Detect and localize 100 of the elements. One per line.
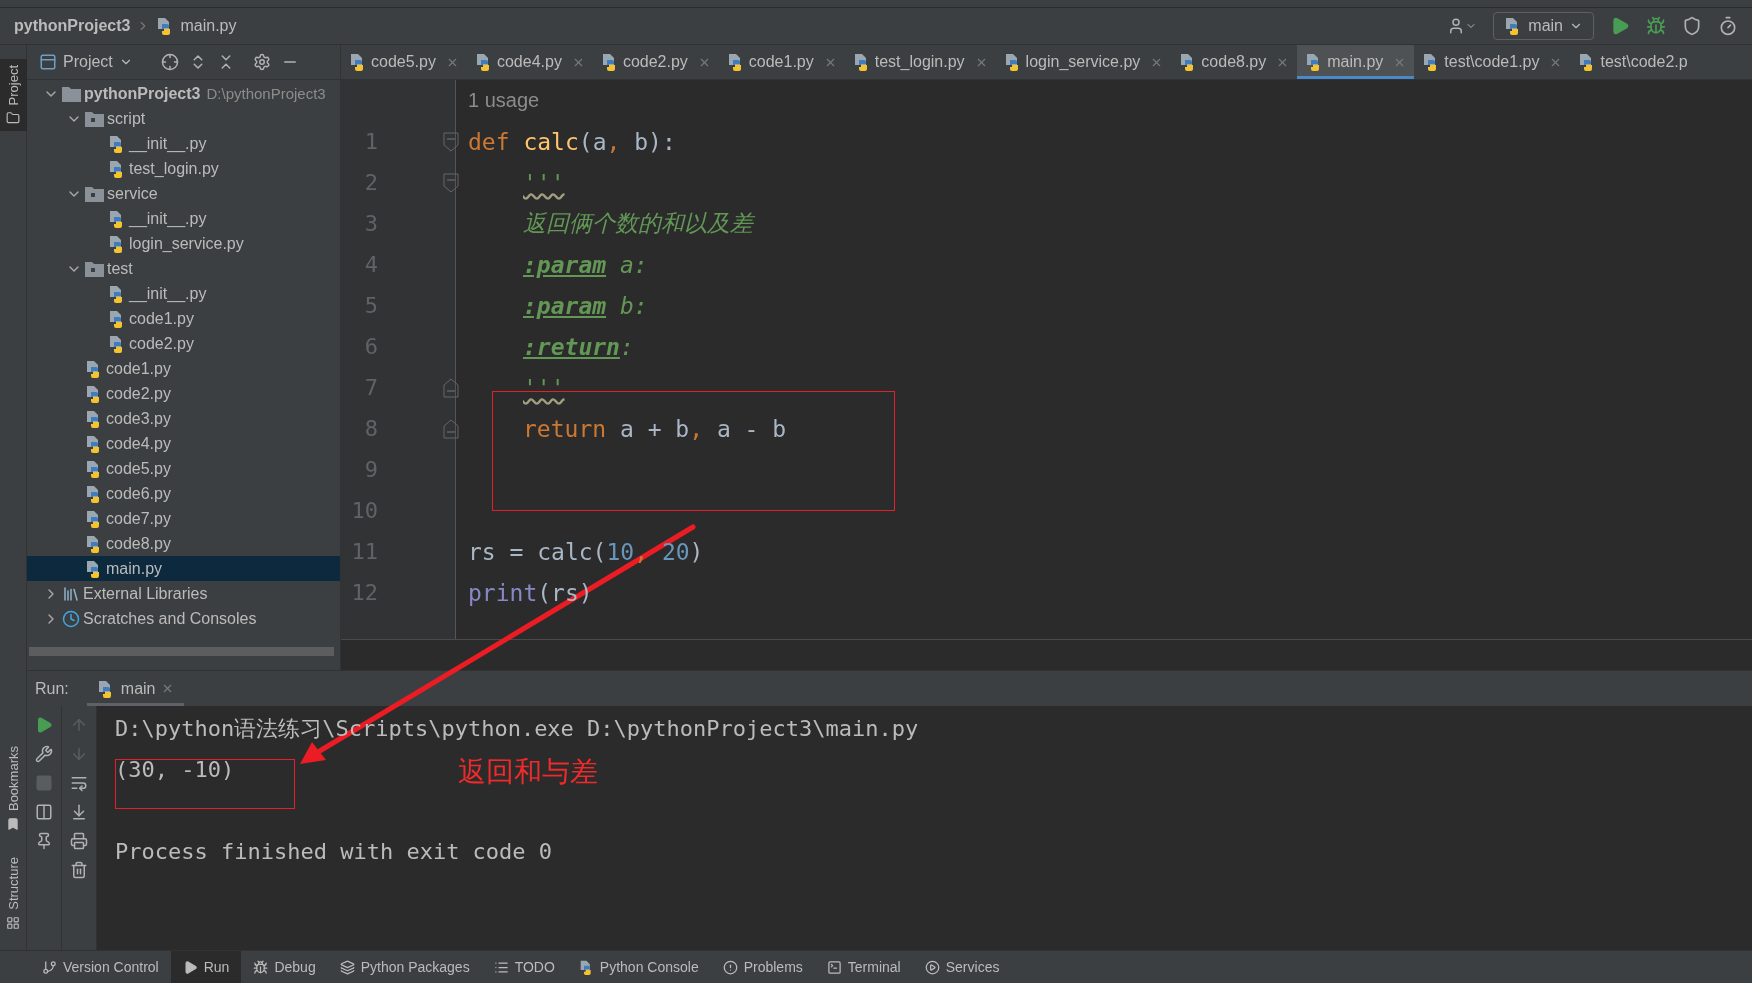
tool-window-tab[interactable]: Problems — [710, 951, 815, 983]
editor-tab[interactable]: test_login.py — [844, 45, 996, 79]
soft-wrap-icon[interactable] — [70, 774, 88, 792]
tool-window-tab[interactable]: Python Packages — [327, 951, 482, 983]
project-view-dropdown[interactable]: Project — [39, 53, 133, 71]
tool-window-tab[interactable]: Python Console — [566, 951, 711, 983]
editor-tab[interactable]: main.py — [1297, 45, 1415, 79]
editor-tab[interactable]: login_service.py — [995, 45, 1172, 79]
locate-icon[interactable] — [160, 53, 179, 71]
tab-label: code2.py — [622, 53, 688, 71]
tree-item[interactable]: code8.py — [27, 531, 340, 556]
tab-label: test\code1.py — [1444, 53, 1540, 71]
tree-item[interactable]: pythonProject3 D:\pythonProject3 — [27, 81, 340, 106]
tree-item[interactable]: service — [27, 181, 340, 206]
tree-item[interactable]: code5.py — [27, 456, 340, 481]
tree-item[interactable]: __init__.py — [27, 131, 340, 156]
code-line: return a + b, a - b — [522, 415, 787, 442]
horizontal-scrollbar[interactable] — [29, 647, 334, 656]
editor-tab[interactable]: test\code1.py — [1414, 45, 1571, 79]
fold-marker-icon[interactable] — [443, 172, 459, 193]
run-icon[interactable] — [1610, 16, 1630, 36]
tree-item-label: __init__.py — [129, 209, 207, 228]
editor-tab[interactable]: code4.py — [466, 45, 593, 79]
code-line: def calc(a, b): — [468, 128, 676, 155]
tab-label: test_login.py — [874, 53, 965, 71]
tree-item-label: Scratches and Consoles — [83, 609, 257, 628]
tool-window-tab[interactable]: Services — [912, 951, 1012, 983]
fold-marker-icon[interactable] — [443, 377, 459, 398]
tree-item-label: test — [107, 259, 133, 278]
console-tab[interactable]: main — [86, 671, 185, 706]
tree-item-label: code2.py — [129, 334, 194, 353]
tree-item[interactable]: test — [27, 256, 340, 281]
tab-label: code5.py — [371, 53, 436, 71]
tool-window-tab[interactable]: Debug — [241, 951, 328, 983]
tree-item[interactable]: code3.py — [27, 406, 340, 431]
settings-icon[interactable] — [252, 53, 271, 71]
tab-label: main.py — [1327, 53, 1384, 71]
terminal-icon — [826, 959, 842, 975]
tree-item[interactable]: Scratches and Consoles — [27, 606, 340, 631]
code-line: ''' — [522, 374, 565, 401]
usage-hint[interactable]: 1 usage — [468, 80, 1752, 121]
code-line: 返回俩个数的和以及差 — [522, 209, 753, 238]
print-icon[interactable] — [70, 832, 88, 850]
layers-icon — [339, 959, 355, 975]
tree-item[interactable]: code4.py — [27, 431, 340, 456]
run-config-dropdown[interactable]: main — [1493, 12, 1594, 40]
tool-window-tab[interactable]: TODO — [481, 951, 567, 983]
tree-item-label: test_login.py — [129, 159, 219, 178]
breadcrumb-item[interactable]: pythonProject3 — [14, 17, 131, 35]
bug-icon[interactable] — [1646, 16, 1666, 36]
layout-icon[interactable] — [35, 803, 53, 821]
tree-item[interactable]: __init__.py — [27, 206, 340, 231]
tree-item-label: main.py — [106, 559, 163, 578]
editor-tab[interactable]: code8.py — [1171, 45, 1298, 79]
trash-icon[interactable] — [70, 861, 88, 879]
coverage-icon[interactable] — [1682, 16, 1702, 36]
alert-icon — [722, 959, 738, 975]
tree-item[interactable]: login_service.py — [27, 231, 340, 256]
tool-window-tab[interactable]: Terminal — [814, 951, 913, 983]
tree-item[interactable]: script — [27, 106, 340, 131]
code-line: :param a: — [522, 251, 648, 278]
tool-window-button[interactable]: Bookmarks — [0, 740, 27, 838]
list-icon — [493, 959, 509, 975]
branch-icon — [42, 959, 57, 975]
tool-window-tab[interactable]: Run — [170, 951, 242, 983]
code-line: :param b: — [522, 292, 648, 319]
scroll-to-end-icon[interactable] — [70, 803, 88, 821]
tree-item[interactable]: code2.py — [27, 331, 340, 356]
tree-item[interactable]: External Libraries — [27, 581, 340, 606]
tree-item-label: code1.py — [106, 359, 171, 378]
tree-item[interactable]: code1.py — [27, 356, 340, 381]
profile-icon[interactable] — [1718, 16, 1738, 36]
editor-tab[interactable]: test\code2.p — [1570, 45, 1696, 79]
breadcrumb-item[interactable]: main.py — [180, 17, 237, 35]
tab-label: test\code2.p — [1600, 53, 1688, 71]
code-line: ''' — [522, 169, 565, 196]
tree-item-label: code6.py — [106, 484, 171, 503]
tool-window-button[interactable]: Project — [0, 59, 27, 132]
console-output: (30, -10) — [115, 757, 235, 782]
tree-item[interactable]: code1.py — [27, 306, 340, 331]
fold-marker-icon[interactable] — [443, 418, 459, 439]
tree-item[interactable]: main.py — [27, 556, 340, 581]
tree-item-label: code8.py — [106, 534, 171, 553]
folder-icon — [85, 260, 104, 277]
editor-tab[interactable]: code5.py — [341, 45, 467, 79]
folder-icon — [85, 110, 104, 127]
tool-window-button[interactable]: Structure — [0, 851, 27, 936]
rerun-icon[interactable] — [35, 716, 53, 734]
tree-item[interactable]: test_login.py — [27, 156, 340, 181]
tool-window-tab[interactable]: Version Control — [30, 951, 171, 983]
fold-marker-icon[interactable] — [443, 131, 459, 152]
pin-icon[interactable] — [35, 832, 53, 850]
editor-tab[interactable]: code2.py — [592, 45, 719, 79]
tree-item[interactable]: code2.py — [27, 381, 340, 406]
tree-item[interactable]: code7.py — [27, 506, 340, 531]
editor-tab[interactable]: code1.py — [718, 45, 845, 79]
wrench-icon[interactable] — [35, 745, 53, 763]
tree-item[interactable]: code6.py — [27, 481, 340, 506]
tree-item[interactable]: __init__.py — [27, 281, 340, 306]
tree-item-path: D:\pythonProject3 — [206, 85, 326, 102]
